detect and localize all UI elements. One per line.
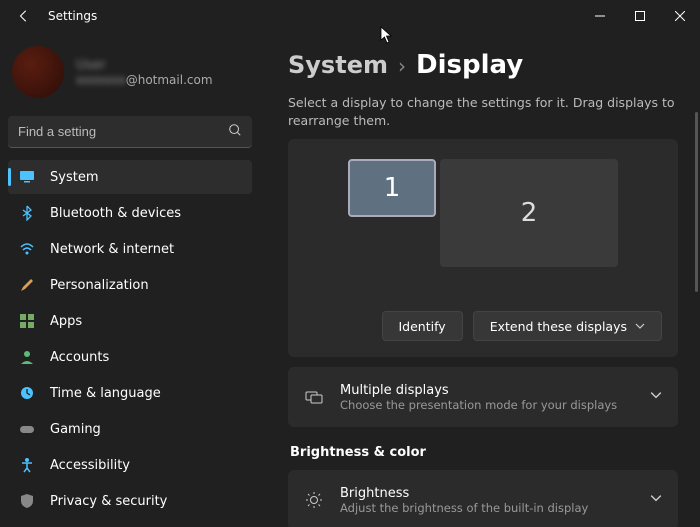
nav-accessibility[interactable]: Accessibility [8, 448, 252, 482]
bluetooth-icon [18, 204, 36, 222]
apps-icon [18, 312, 36, 330]
minimize-button[interactable] [580, 0, 620, 32]
close-button[interactable] [660, 0, 700, 32]
chevron-right-icon: › [398, 54, 406, 78]
nav-label: Network & internet [50, 242, 174, 257]
nav-network[interactable]: Network & internet [8, 232, 252, 266]
nav-list: System Bluetooth & devices Network & int… [8, 160, 260, 518]
wifi-icon [18, 240, 36, 258]
accessibility-icon [18, 456, 36, 474]
nav-apps[interactable]: Apps [8, 304, 252, 338]
nav-label: Gaming [50, 422, 101, 437]
window-controls [580, 0, 700, 32]
nav-label: Privacy & security [50, 494, 167, 509]
nav-privacy[interactable]: Privacy & security [8, 484, 252, 518]
shield-icon [18, 492, 36, 510]
nav-label: Personalization [50, 278, 149, 293]
setting-title: Brightness [340, 486, 634, 501]
profile-name: User [76, 58, 213, 73]
person-icon [18, 348, 36, 366]
setting-sub: Choose the presentation mode for your di… [340, 398, 634, 412]
multiple-displays-icon [304, 387, 324, 407]
clock-icon [18, 384, 36, 402]
gamepad-icon [18, 420, 36, 438]
profile-email: xxxxxxx@hotmail.com [76, 73, 213, 87]
nav-label: Apps [50, 314, 82, 329]
search-box[interactable] [8, 116, 252, 148]
avatar [12, 46, 64, 98]
maximize-button[interactable] [620, 0, 660, 32]
monitor-canvas[interactable]: 1 2 [304, 155, 662, 305]
nav-gaming[interactable]: Gaming [8, 412, 252, 446]
monitor-1[interactable]: 1 [348, 159, 436, 217]
breadcrumb: System › Display [288, 50, 678, 80]
nav-personalization[interactable]: Personalization [8, 268, 252, 302]
chevron-down-icon [650, 492, 662, 508]
sidebar: User xxxxxxx@hotmail.com System Bluetoot… [0, 32, 260, 527]
nav-label: System [50, 170, 98, 185]
setting-sub: Adjust the brightness of the built-in di… [340, 501, 634, 515]
chevron-down-icon [635, 319, 645, 334]
search-icon [228, 123, 242, 141]
nav-label: Accounts [50, 350, 109, 365]
window-title: Settings [48, 9, 97, 23]
multiple-displays-row[interactable]: Multiple displays Choose the presentatio… [288, 367, 678, 427]
hint-text: Select a display to change the settings … [288, 94, 678, 129]
setting-title: Multiple displays [340, 383, 634, 398]
scrollbar[interactable] [695, 112, 698, 292]
brightness-icon [304, 490, 324, 510]
nav-label: Time & language [50, 386, 161, 401]
titlebar: Settings [0, 0, 700, 32]
nav-time[interactable]: Time & language [8, 376, 252, 410]
monitor-2[interactable]: 2 [440, 159, 618, 267]
system-icon [18, 168, 36, 186]
chevron-down-icon [650, 389, 662, 405]
extend-dropdown[interactable]: Extend these displays [473, 311, 662, 341]
section-brightness-color: Brightness & color [290, 445, 678, 460]
breadcrumb-parent[interactable]: System [288, 51, 388, 79]
identify-button[interactable]: Identify [382, 311, 463, 341]
nav-bluetooth[interactable]: Bluetooth & devices [8, 196, 252, 230]
main-content: System › Display Select a display to cha… [260, 32, 700, 527]
nav-accounts[interactable]: Accounts [8, 340, 252, 374]
display-arrange-box: 1 2 Identify Extend these displays [288, 139, 678, 357]
back-button[interactable] [8, 0, 40, 32]
nav-label: Accessibility [50, 458, 130, 473]
search-input[interactable] [18, 124, 228, 139]
profile[interactable]: User xxxxxxx@hotmail.com [8, 40, 260, 110]
brightness-row[interactable]: Brightness Adjust the brightness of the … [288, 470, 678, 527]
nav-label: Bluetooth & devices [50, 206, 181, 221]
breadcrumb-current: Display [416, 50, 523, 80]
brush-icon [18, 276, 36, 294]
nav-system[interactable]: System [8, 160, 252, 194]
